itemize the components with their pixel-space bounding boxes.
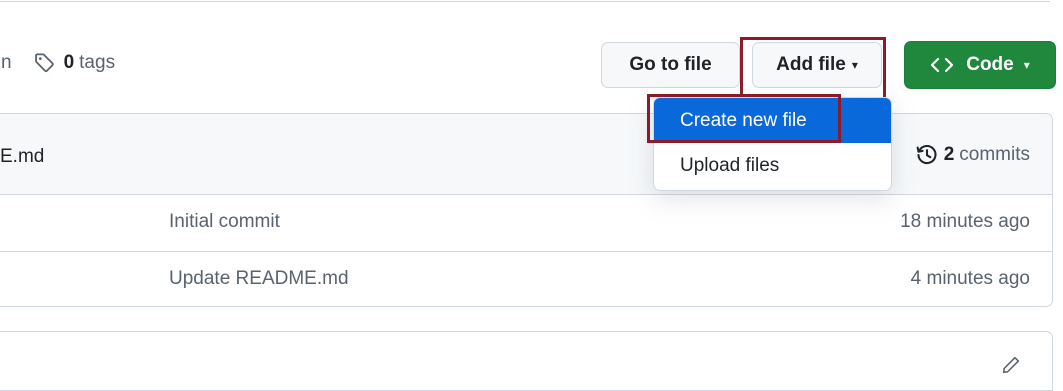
commits-link[interactable]: 2 commits	[916, 144, 1030, 166]
file-row: Update README.md 4 minutes ago	[0, 251, 1052, 306]
tags-count: 0	[63, 52, 75, 73]
go-to-file-label: Go to file	[629, 54, 712, 75]
history-clock-icon	[916, 144, 937, 165]
add-file-button[interactable]: Add file ▾	[752, 42, 882, 88]
latest-commit-file-fragment[interactable]: E.md	[0, 146, 44, 168]
menu-item-label: Create new file	[680, 109, 807, 131]
branches-link-fragment[interactable]: n	[1, 52, 12, 74]
commits-label: commits	[959, 144, 1030, 165]
commit-time: 4 minutes ago	[910, 268, 1030, 289]
go-to-file-button[interactable]: Go to file	[601, 42, 740, 88]
caret-down-icon: ▾	[1023, 58, 1030, 72]
commit-message-link[interactable]: Update README.md	[169, 268, 349, 290]
tags-link[interactable]: 0 tags	[34, 52, 116, 74]
add-file-label: Add file	[776, 54, 846, 75]
commit-time: 18 minutes ago	[900, 211, 1030, 232]
tag-icon	[34, 53, 54, 73]
pencil-icon[interactable]	[1002, 356, 1020, 374]
menu-item-upload-files[interactable]: Upload files	[654, 143, 891, 188]
tags-label: tags	[79, 52, 116, 73]
latest-commit-header: E.md 2 commits	[0, 114, 1052, 195]
code-label: Code	[966, 54, 1014, 75]
menu-item-create-new-file[interactable]: Create new file	[654, 98, 891, 143]
repo-meta-bar: n 0 tags	[0, 52, 115, 74]
top-divider	[0, 0, 1050, 2]
file-list: E.md 2 commits Initial commit 18 minutes…	[0, 113, 1053, 307]
readme-panel	[0, 331, 1053, 391]
code-button[interactable]: Code ▾	[904, 41, 1056, 89]
commit-message-link[interactable]: Initial commit	[169, 211, 280, 233]
add-file-menu: Create new file Upload files	[653, 97, 892, 191]
code-brackets-icon	[931, 57, 954, 73]
menu-item-label: Upload files	[680, 154, 780, 176]
file-row: Initial commit 18 minutes ago	[0, 195, 1052, 251]
commits-count: 2	[943, 144, 955, 165]
caret-down-icon: ▾	[851, 58, 858, 72]
